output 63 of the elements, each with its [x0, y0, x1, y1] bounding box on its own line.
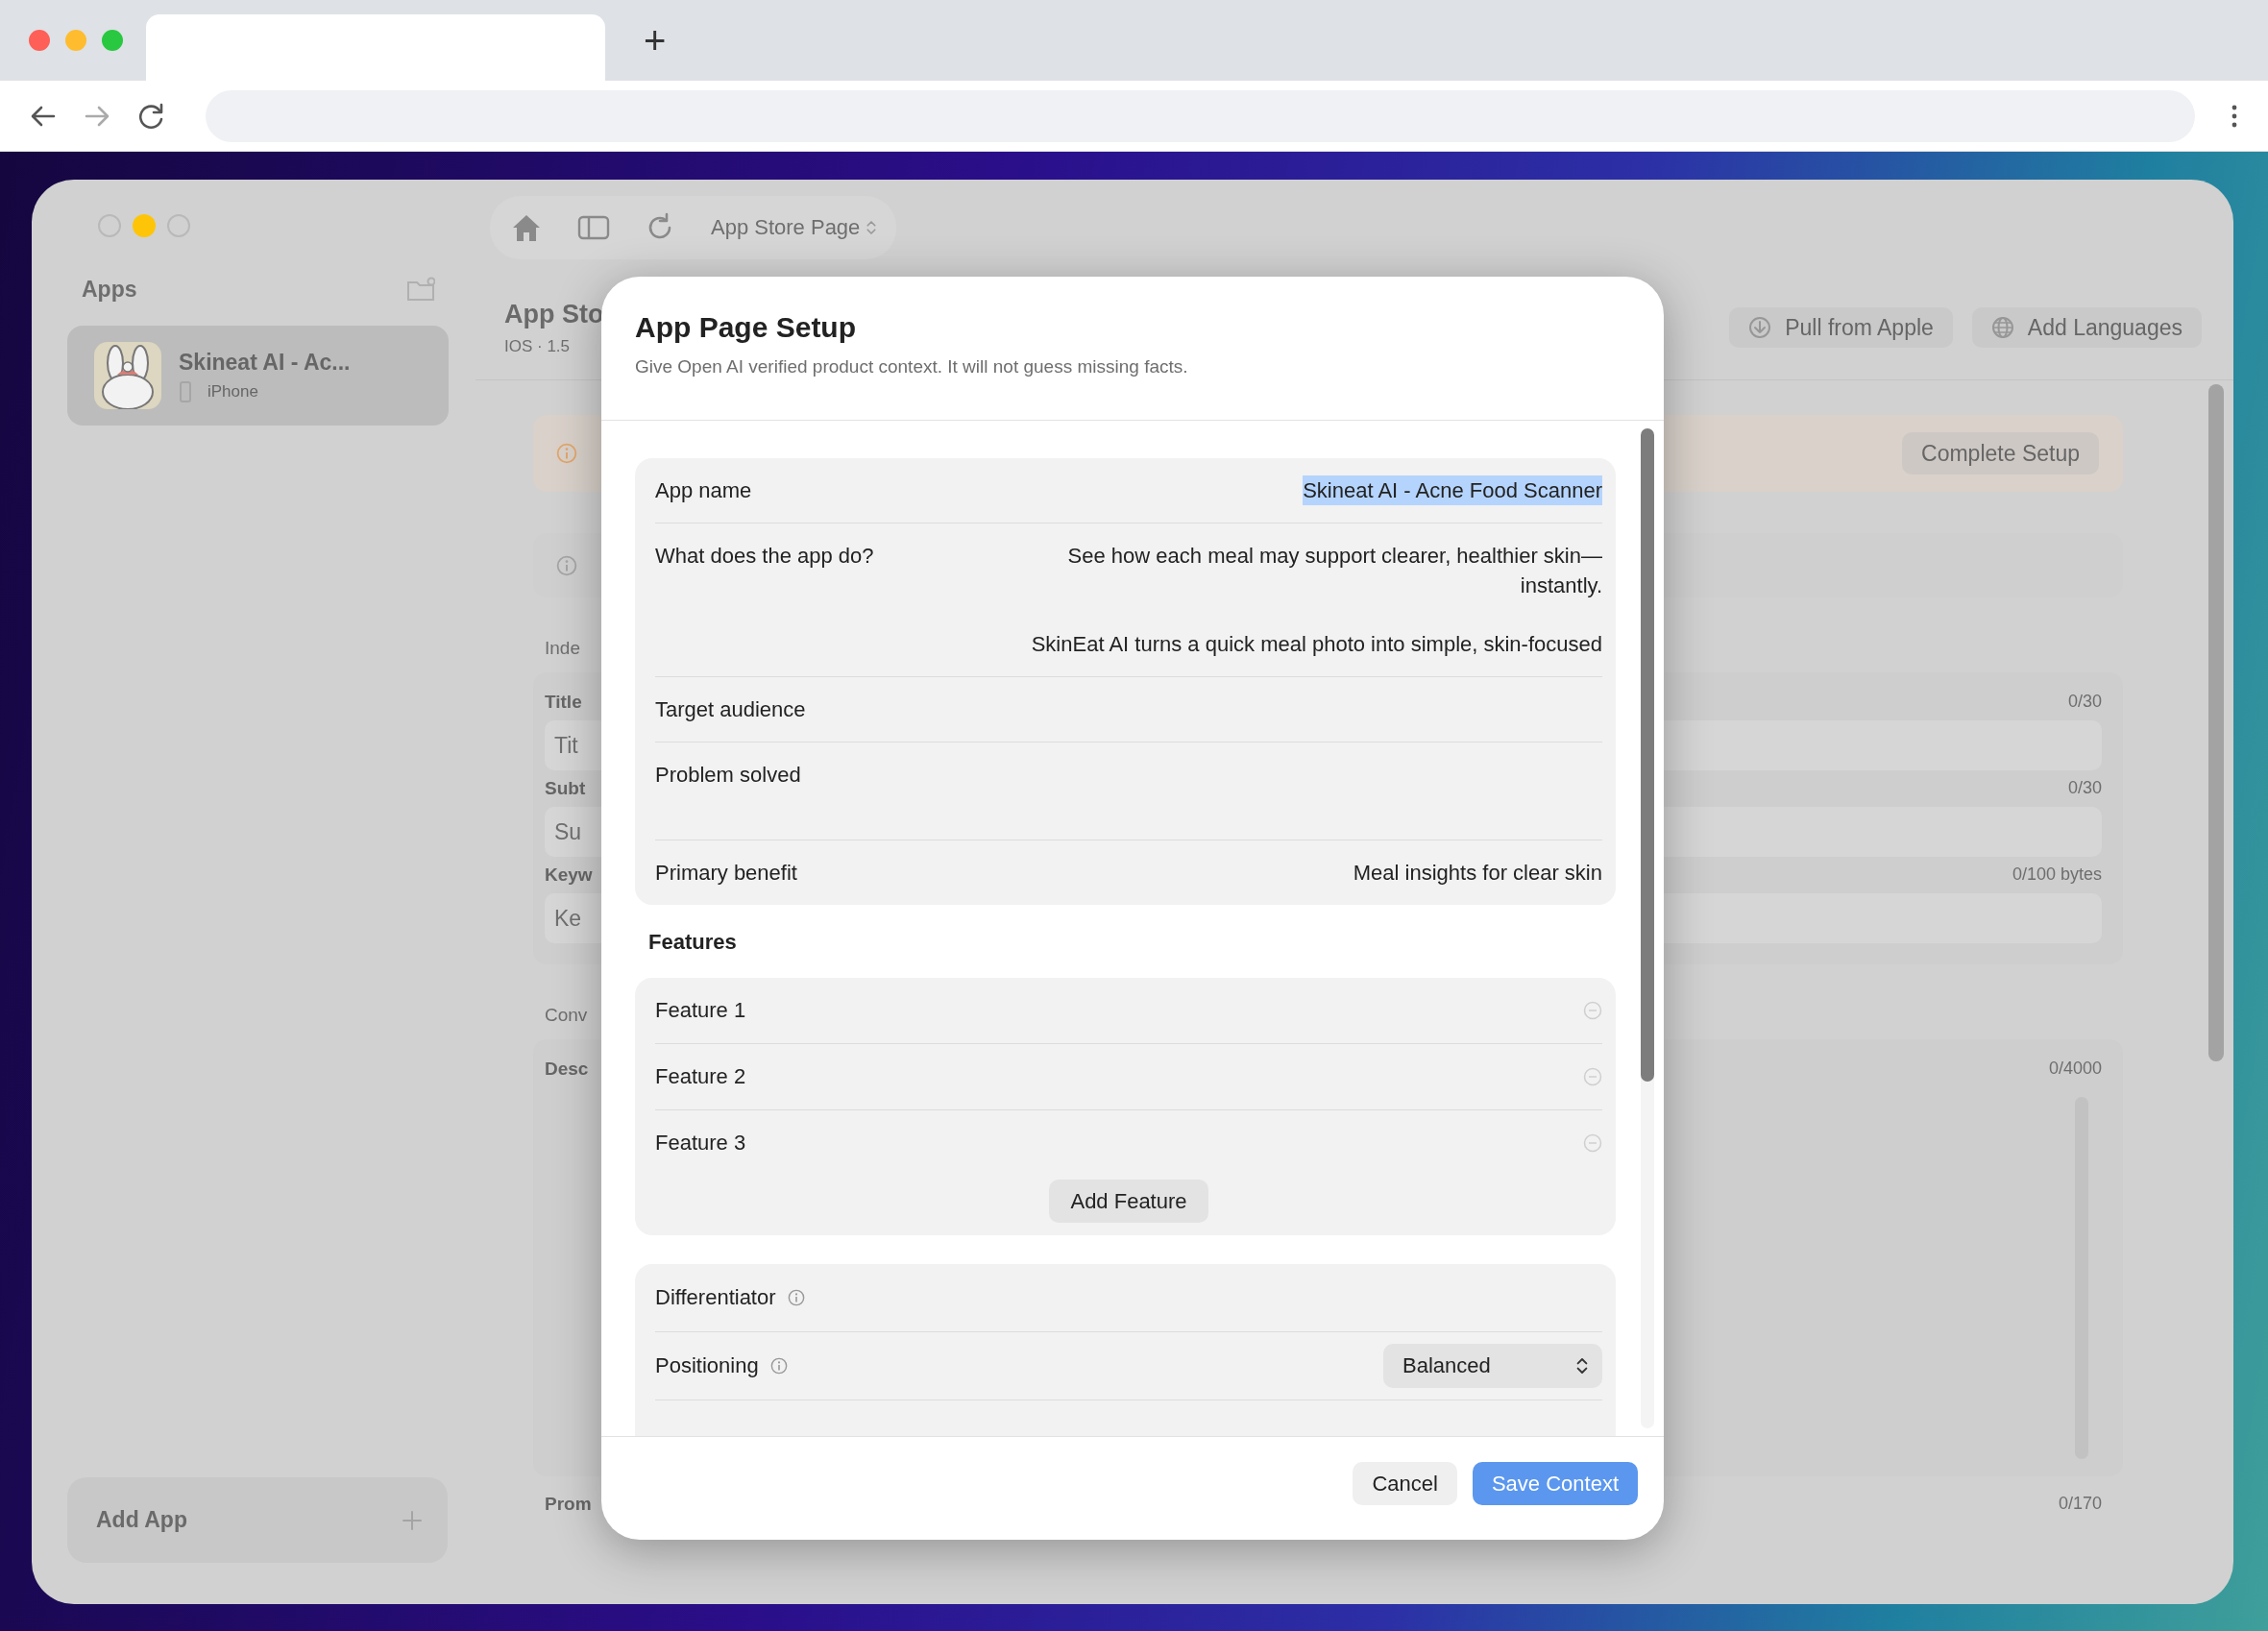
field-label: Problem solved — [655, 762, 801, 789]
window-control[interactable] — [29, 30, 50, 51]
platform-label: iPhone — [207, 381, 258, 402]
field-label: Subt — [545, 778, 586, 799]
window-control[interactable] — [98, 214, 121, 237]
field-value[interactable]: SkinEat AI turns a quick meal photo into simple, skin-focused — [1031, 629, 1602, 659]
character-counter: 0/100 bytes — [2012, 864, 2102, 886]
dialog-subtitle: Give Open AI verified product context. It will not guess missing facts. — [635, 356, 1189, 377]
character-counter: 0/170 — [2058, 1494, 2102, 1515]
field-label: Primary benefit — [655, 860, 797, 887]
info-icon — [556, 554, 577, 576]
dialog-title: App Page Setup — [635, 311, 858, 344]
field-label: Desc — [545, 1059, 589, 1080]
download-icon — [1748, 316, 1772, 339]
scrollbar[interactable] — [2208, 384, 2224, 1061]
field-label: App name — [655, 477, 752, 504]
character-counter: 0/30 — [2067, 778, 2102, 799]
feature-label: Feature 3 — [655, 1131, 746, 1156]
chevron-icon — [866, 219, 878, 236]
field-value[interactable]: Skineat AI - Acne Food Scanner — [1303, 475, 1602, 505]
reload-icon[interactable] — [136, 101, 165, 131]
feature-label: Feature 2 — [655, 1064, 746, 1089]
field-label: Positioning — [655, 1353, 759, 1378]
minus-icon[interactable] — [1583, 1067, 1602, 1086]
globe-icon — [1990, 316, 2014, 339]
page-subtitle: IOS · 1.5 — [504, 336, 572, 356]
field-label: Title — [545, 692, 582, 713]
minus-icon[interactable] — [1583, 1133, 1602, 1153]
field-label: What does the app do? — [655, 543, 874, 570]
field-label: Differentiator — [655, 1285, 776, 1310]
field-value[interactable]: Meal insights for clear skin — [1353, 858, 1602, 888]
plus-icon — [402, 1509, 423, 1531]
dropdown[interactable]: Balanced — [1383, 1344, 1602, 1388]
app-name: Skineat AI - Ac... — [179, 349, 351, 376]
window-control[interactable] — [65, 30, 86, 51]
section-label: Inde — [545, 638, 580, 659]
browser-tab[interactable] — [146, 14, 605, 81]
minimize-button[interactable] — [133, 214, 156, 237]
info-icon[interactable] — [787, 1289, 805, 1306]
info-icon — [556, 443, 577, 464]
bunny-icon — [94, 342, 161, 409]
section-title: Features — [648, 930, 738, 955]
window-control[interactable] — [167, 214, 190, 237]
field-label: Prom — [545, 1494, 592, 1515]
add-feature-button[interactable]: Add Feature — [1049, 1180, 1208, 1223]
chevron-icon — [1575, 1356, 1589, 1375]
field-label: Target audience — [655, 696, 806, 723]
feature-label: Feature 1 — [655, 998, 746, 1023]
cancel-button[interactable]: Cancel — [1353, 1462, 1457, 1505]
folder-icon[interactable] — [406, 277, 435, 302]
info-icon[interactable] — [769, 1357, 788, 1375]
sidebar-title: Apps — [82, 276, 137, 303]
new-tab-button[interactable]: + — [638, 20, 672, 61]
scrollbar[interactable] — [1641, 428, 1654, 1428]
minus-icon[interactable] — [1583, 1001, 1602, 1020]
field-label: Keyw — [545, 864, 593, 886]
section-label: Conv — [545, 1005, 588, 1026]
page-picker[interactable]: App Store Page — [711, 215, 878, 240]
window-control[interactable] — [102, 30, 123, 51]
character-counter: 0/30 — [2067, 692, 2102, 713]
field-value[interactable]: See how each meal may support clearer, healthier skin— instantly. — [1067, 541, 1602, 600]
character-counter: 0/4000 — [2048, 1059, 2102, 1080]
page-title: App Sto — [504, 299, 604, 329]
